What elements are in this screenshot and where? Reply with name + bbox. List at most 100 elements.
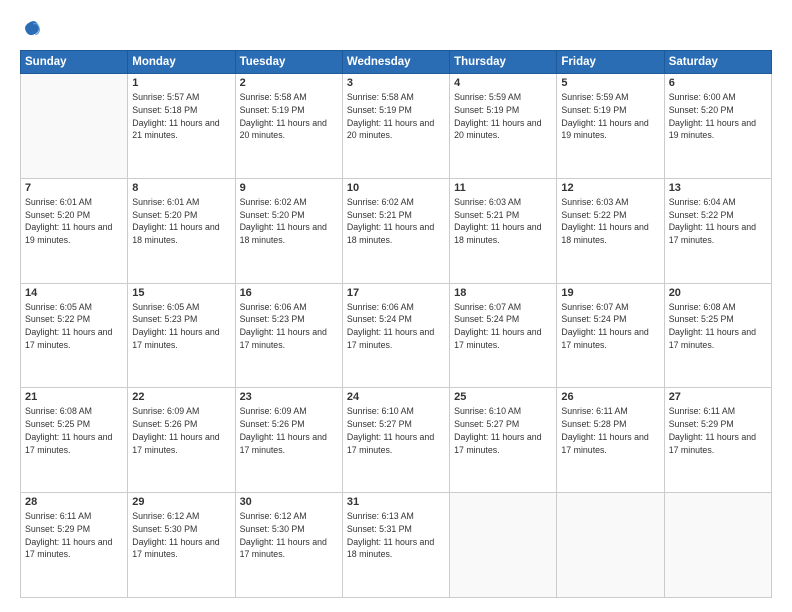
calendar-week-row: 1Sunrise: 5:57 AMSunset: 5:18 PMDaylight…: [21, 74, 772, 179]
calendar-cell: 8 Sunrise: 6:01 AMSunset: 5:20 PMDaylight…: [128, 178, 235, 283]
calendar-day-header: Friday: [557, 51, 664, 74]
calendar-cell: 7 Sunrise: 6:01 AMSunset: 5:20 PMDaylight…: [21, 178, 128, 283]
calendar-cell: 22 Sunrise: 6:09 AMSunset: 5:26 PMDayligh…: [128, 388, 235, 493]
calendar-day-header: Tuesday: [235, 51, 342, 74]
day-info: Sunrise: 6:10 AMSunset: 5:27 PMDaylight:…: [347, 405, 445, 456]
calendar-cell: [557, 493, 664, 598]
day-number: 23: [240, 391, 338, 403]
calendar-cell: 6Sunrise: 6:00 AMSunset: 5:20 PMDaylight…: [664, 74, 771, 179]
day-info: Sunrise: 6:09 AMSunset: 5:26 PMDaylight:…: [240, 405, 338, 456]
calendar-day-header: Monday: [128, 51, 235, 74]
calendar-cell: 9Sunrise: 6:02 AMSunset: 5:20 PMDaylight…: [235, 178, 342, 283]
day-number: 12: [561, 182, 659, 194]
day-info: Sunrise: 6:08 AMSunset: 5:25 PMDaylight:…: [25, 405, 123, 456]
calendar-week-row: 21 Sunrise: 6:08 AMSunset: 5:25 PMDayligh…: [21, 388, 772, 493]
day-number: 17: [347, 287, 445, 299]
day-number: 4: [454, 77, 552, 89]
calendar-cell: 13 Sunrise: 6:04 AMSunset: 5:22 PMDayligh…: [664, 178, 771, 283]
day-info: Sunrise: 6:10 AMSunset: 5:27 PMDaylight:…: [454, 405, 552, 456]
calendar-day-header: Thursday: [450, 51, 557, 74]
day-info: Sunrise: 6:07 AMSunset: 5:24 PMDaylight:…: [454, 301, 552, 352]
day-info: Sunrise: 6:08 AMSunset: 5:25 PMDaylight:…: [669, 301, 767, 352]
calendar-cell: [450, 493, 557, 598]
day-number: 16: [240, 287, 338, 299]
day-number: 22: [132, 391, 230, 403]
calendar-cell: 15 Sunrise: 6:05 AMSunset: 5:23 PMDayligh…: [128, 283, 235, 388]
day-info: Sunrise: 6:12 AMSunset: 5:30 PMDaylight:…: [132, 510, 230, 561]
calendar-cell: 3 Sunrise: 5:58 AMSunset: 5:19 PMDaylight…: [342, 74, 449, 179]
calendar-cell: 17 Sunrise: 6:06 AMSunset: 5:24 PMDayligh…: [342, 283, 449, 388]
day-info: Sunrise: 6:03 AMSunset: 5:22 PMDaylight:…: [561, 196, 659, 247]
day-number: 24: [347, 391, 445, 403]
day-number: 27: [669, 391, 767, 403]
calendar-cell: 11 Sunrise: 6:03 AMSunset: 5:21 PMDayligh…: [450, 178, 557, 283]
day-info: Sunrise: 6:04 AMSunset: 5:22 PMDaylight:…: [669, 196, 767, 247]
day-number: 26: [561, 391, 659, 403]
calendar-cell: 14 Sunrise: 6:05 AMSunset: 5:22 PMDayligh…: [21, 283, 128, 388]
day-number: 5: [561, 77, 659, 89]
day-info: Sunrise: 6:12 AMSunset: 5:30 PMDaylight:…: [240, 510, 338, 561]
day-number: 25: [454, 391, 552, 403]
calendar-cell: 4 Sunrise: 5:59 AMSunset: 5:19 PMDaylight…: [450, 74, 557, 179]
calendar-cell: 24 Sunrise: 6:10 AMSunset: 5:27 PMDayligh…: [342, 388, 449, 493]
day-info: Sunrise: 6:11 AMSunset: 5:29 PMDaylight:…: [25, 510, 123, 561]
day-number: 1: [132, 77, 230, 89]
day-number: 8: [132, 182, 230, 194]
calendar-week-row: 7 Sunrise: 6:01 AMSunset: 5:20 PMDaylight…: [21, 178, 772, 283]
calendar-week-row: 14 Sunrise: 6:05 AMSunset: 5:22 PMDayligh…: [21, 283, 772, 388]
calendar-cell: 19 Sunrise: 6:07 AMSunset: 5:24 PMDayligh…: [557, 283, 664, 388]
page: SundayMondayTuesdayWednesdayThursdayFrid…: [0, 0, 792, 612]
calendar-cell: 29 Sunrise: 6:12 AMSunset: 5:30 PMDayligh…: [128, 493, 235, 598]
day-info: Sunrise: 6:06 AMSunset: 5:23 PMDaylight:…: [240, 301, 338, 352]
day-number: 30: [240, 496, 338, 508]
day-info: Sunrise: 6:05 AMSunset: 5:22 PMDaylight:…: [25, 301, 123, 352]
calendar-table: SundayMondayTuesdayWednesdayThursdayFrid…: [20, 50, 772, 598]
calendar-cell: 2Sunrise: 5:58 AMSunset: 5:19 PMDaylight…: [235, 74, 342, 179]
calendar-cell: 27 Sunrise: 6:11 AMSunset: 5:29 PMDayligh…: [664, 388, 771, 493]
day-number: 13: [669, 182, 767, 194]
day-info: Sunrise: 6:07 AMSunset: 5:24 PMDaylight:…: [561, 301, 659, 352]
day-number: 14: [25, 287, 123, 299]
calendar-cell: 23 Sunrise: 6:09 AMSunset: 5:26 PMDayligh…: [235, 388, 342, 493]
day-info: Sunrise: 5:59 AMSunset: 5:19 PMDaylight:…: [561, 91, 659, 142]
day-number: 7: [25, 182, 123, 194]
day-number: 3: [347, 77, 445, 89]
calendar-cell: 16 Sunrise: 6:06 AMSunset: 5:23 PMDayligh…: [235, 283, 342, 388]
day-info: Sunrise: 6:00 AMSunset: 5:20 PMDaylight:…: [669, 91, 767, 142]
day-info: Sunrise: 6:01 AMSunset: 5:20 PMDaylight:…: [132, 196, 230, 247]
day-info: Sunrise: 5:58 AMSunset: 5:19 PMDaylight:…: [347, 91, 445, 142]
calendar-day-header: Sunday: [21, 51, 128, 74]
header: [20, 18, 772, 40]
day-info: Sunrise: 5:58 AMSunset: 5:19 PMDaylight:…: [240, 91, 338, 142]
calendar-cell: [21, 74, 128, 179]
day-info: Sunrise: 6:09 AMSunset: 5:26 PMDaylight:…: [132, 405, 230, 456]
calendar-body: 1Sunrise: 5:57 AMSunset: 5:18 PMDaylight…: [21, 74, 772, 598]
calendar-day-header: Saturday: [664, 51, 771, 74]
day-info: Sunrise: 5:59 AMSunset: 5:19 PMDaylight:…: [454, 91, 552, 142]
calendar-cell: 26Sunrise: 6:11 AMSunset: 5:28 PMDayligh…: [557, 388, 664, 493]
day-number: 28: [25, 496, 123, 508]
day-number: 21: [25, 391, 123, 403]
day-info: Sunrise: 6:05 AMSunset: 5:23 PMDaylight:…: [132, 301, 230, 352]
day-info: Sunrise: 6:06 AMSunset: 5:24 PMDaylight:…: [347, 301, 445, 352]
calendar-cell: 10 Sunrise: 6:02 AMSunset: 5:21 PMDayligh…: [342, 178, 449, 283]
day-info: Sunrise: 6:13 AMSunset: 5:31 PMDaylight:…: [347, 510, 445, 561]
day-number: 11: [454, 182, 552, 194]
day-number: 29: [132, 496, 230, 508]
calendar-cell: 12 Sunrise: 6:03 AMSunset: 5:22 PMDayligh…: [557, 178, 664, 283]
day-number: 15: [132, 287, 230, 299]
day-info: Sunrise: 6:11 AMSunset: 5:29 PMDaylight:…: [669, 405, 767, 456]
calendar-cell: 20 Sunrise: 6:08 AMSunset: 5:25 PMDayligh…: [664, 283, 771, 388]
calendar-cell: 30 Sunrise: 6:12 AMSunset: 5:30 PMDayligh…: [235, 493, 342, 598]
day-info: Sunrise: 6:02 AMSunset: 5:21 PMDaylight:…: [347, 196, 445, 247]
day-number: 20: [669, 287, 767, 299]
logo-icon: [20, 18, 42, 40]
day-number: 18: [454, 287, 552, 299]
day-number: 19: [561, 287, 659, 299]
day-number: 10: [347, 182, 445, 194]
day-info: Sunrise: 6:03 AMSunset: 5:21 PMDaylight:…: [454, 196, 552, 247]
calendar-week-row: 28 Sunrise: 6:11 AMSunset: 5:29 PMDayligh…: [21, 493, 772, 598]
day-number: 9: [240, 182, 338, 194]
calendar-cell: 18 Sunrise: 6:07 AMSunset: 5:24 PMDayligh…: [450, 283, 557, 388]
day-info: Sunrise: 6:01 AMSunset: 5:20 PMDaylight:…: [25, 196, 123, 247]
